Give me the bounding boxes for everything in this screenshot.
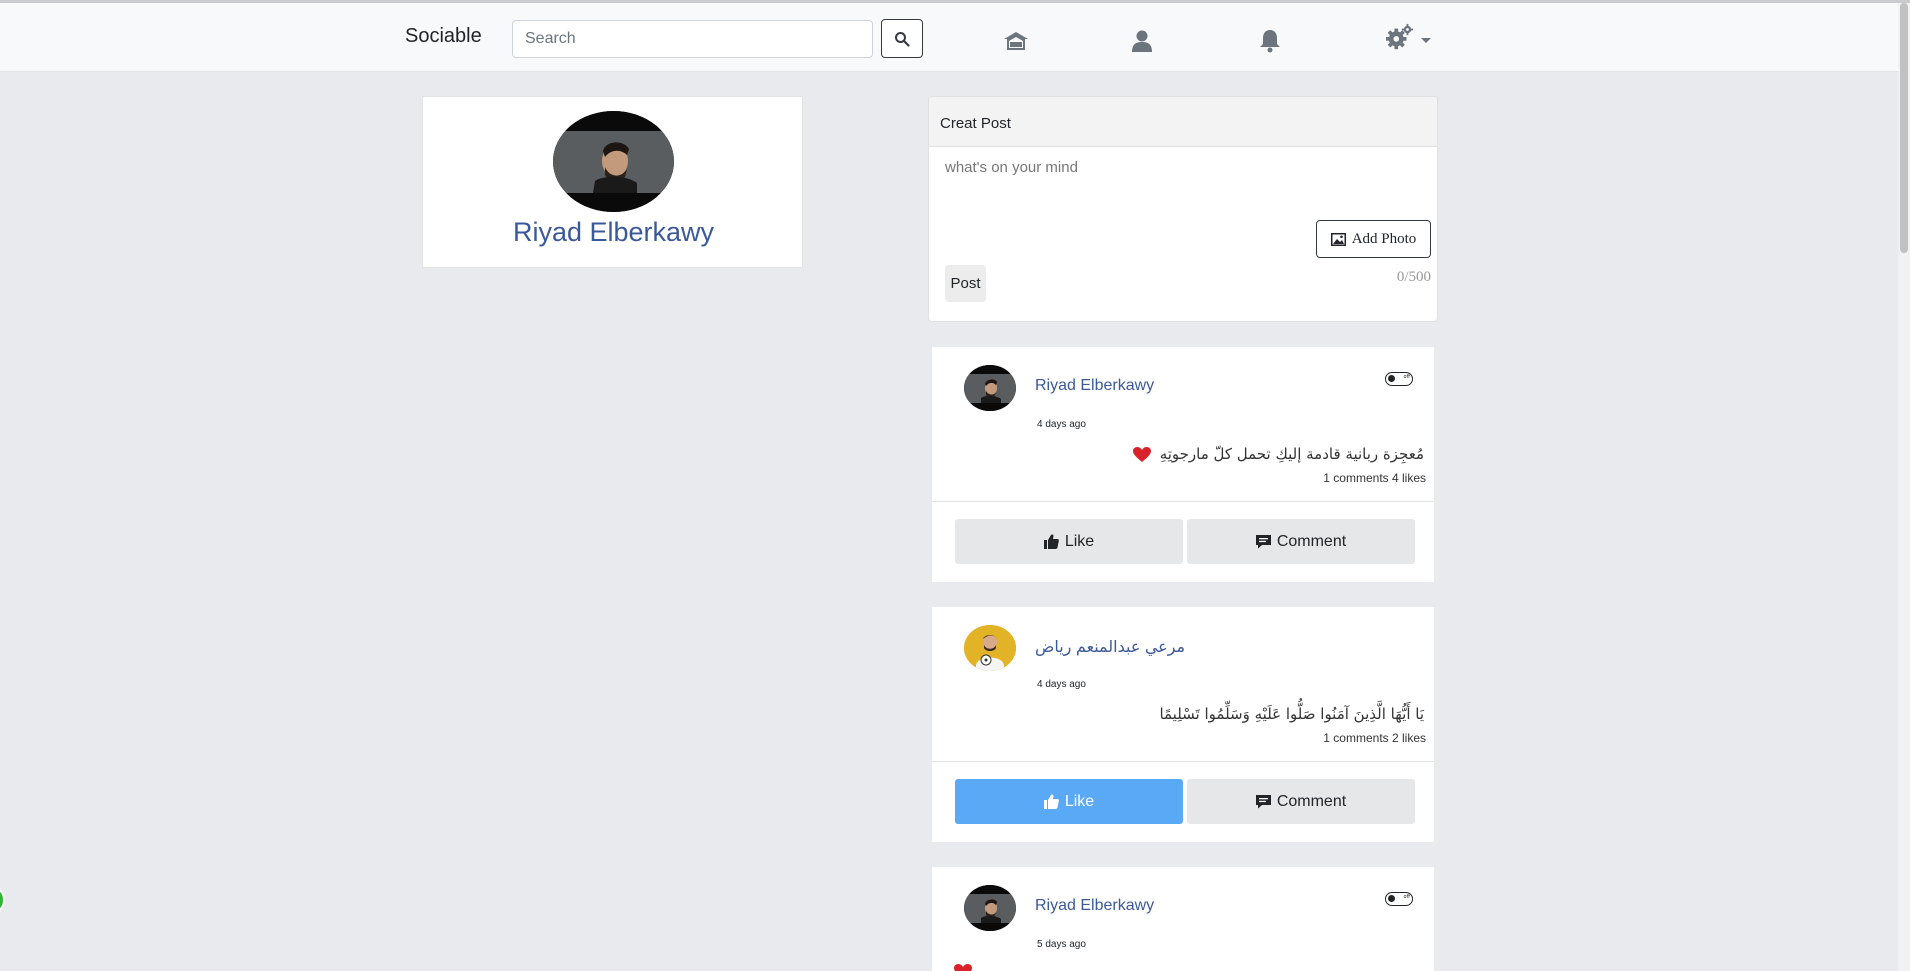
scrollbar-thumb[interactable] (1900, 3, 1908, 253)
like-button[interactable]: Like (955, 779, 1183, 824)
author-avatar[interactable] (964, 365, 1016, 411)
post-card: Riyad Elberkawy 4 days ago مُعجِزة رباني… (932, 347, 1434, 582)
post-divider (932, 501, 1434, 502)
search-input[interactable] (512, 20, 873, 58)
post-time: 4 days ago (1037, 419, 1086, 430)
author-name[interactable]: Riyad Elberkawy (1035, 377, 1154, 395)
add-photo-label: Add Photo (1351, 230, 1417, 247)
author-avatar[interactable] (964, 625, 1016, 671)
comment-label: Comment (1276, 792, 1347, 810)
create-post-title: Creat Post (940, 115, 1011, 132)
heart-icon (1132, 446, 1151, 462)
user-icon[interactable] (1128, 27, 1156, 55)
thumbs-up-icon (1043, 794, 1059, 809)
search-icon (895, 31, 910, 47)
like-button[interactable]: Like (955, 519, 1183, 564)
post-textarea[interactable] (935, 155, 1431, 215)
home-icon[interactable] (1002, 27, 1030, 55)
image-icon (1330, 232, 1346, 246)
post-card: مرعي عبدالمنعم رياض 4 days ago يَا أَيُّ… (932, 607, 1434, 842)
bell-icon[interactable] (1256, 27, 1284, 55)
comment-icon (1255, 535, 1271, 549)
post-button[interactable]: Post (945, 265, 986, 302)
brand-logo[interactable]: Sociable (405, 25, 482, 48)
comment-button[interactable]: Comment (1187, 779, 1415, 824)
comment-button[interactable]: Comment (1187, 519, 1415, 564)
add-photo-button[interactable]: Add Photo (1316, 220, 1431, 258)
post-time: 4 days ago (1037, 679, 1086, 690)
post-time: 5 days ago (1037, 939, 1086, 950)
char-counter: 0/500 (1396, 269, 1431, 285)
post-stats: 1 comments 2 likes (1323, 731, 1426, 745)
post-text: مُعجِزة ربانية قادمة إليكِ تحمل كلّ مارج… (1159, 445, 1424, 463)
post-text: يَا أَيُّهَا الَّذِينَ آمَنُوا صَلُّوا ع… (1159, 705, 1424, 723)
like-label: Like (1064, 792, 1095, 810)
post-content: يَا أَيُّهَا الَّذِينَ آمَنُوا صَلُّوا ع… (1159, 705, 1424, 723)
profile-card: Riyad Elberkawy (422, 96, 803, 268)
like-label: Like (1064, 532, 1095, 550)
post-stats: 1 comments 4 likes (1323, 471, 1426, 485)
status-indicator[interactable] (0, 885, 5, 915)
comment-icon (1255, 795, 1271, 809)
search-button[interactable] (881, 19, 923, 58)
profile-avatar[interactable] (553, 111, 674, 212)
post-options-toggle[interactable] (1385, 372, 1413, 386)
gears-icon[interactable] (1386, 23, 1414, 51)
heart-icon (954, 964, 972, 971)
thumbs-up-icon (1043, 534, 1059, 549)
comment-label: Comment (1276, 532, 1347, 550)
post-options-toggle[interactable] (1385, 892, 1413, 906)
author-name[interactable]: مرعي عبدالمنعم رياض (1035, 637, 1185, 657)
navbar: Sociable (0, 3, 1910, 72)
settings-dropdown-caret[interactable] (1421, 38, 1431, 43)
author-name[interactable]: Riyad Elberkawy (1035, 897, 1154, 915)
post-content: مُعجِزة ربانية قادمة إليكِ تحمل كلّ مارج… (1132, 445, 1424, 463)
create-post-card: Creat Post Add Photo Post 0/500 (928, 96, 1438, 322)
create-post-header: Creat Post (929, 97, 1437, 147)
post-card: Riyad Elberkawy 5 days ago (932, 867, 1434, 971)
profile-name[interactable]: Riyad Elberkawy (423, 217, 804, 248)
author-avatar[interactable] (964, 885, 1016, 931)
post-divider (932, 761, 1434, 762)
